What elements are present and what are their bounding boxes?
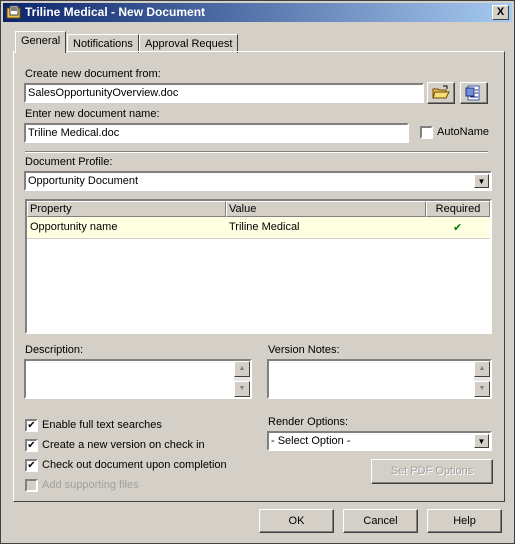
render-options-value: - Select Option - xyxy=(271,435,351,447)
column-header-property[interactable]: Property xyxy=(27,201,226,217)
profile-select-value: Opportunity Document xyxy=(28,175,139,187)
table-row[interactable]: Opportunity name Triline Medical ✔ xyxy=(27,217,490,239)
scroll-up-icon[interactable]: ▲ xyxy=(234,361,250,377)
template-button[interactable] xyxy=(460,82,488,104)
column-header-value[interactable]: Value xyxy=(226,201,426,217)
new-version-checkbox[interactable]: ✔ xyxy=(25,439,38,452)
tab-general[interactable]: General xyxy=(15,31,67,53)
properties-grid: Property Value Required Opportunity name… xyxy=(25,199,492,334)
profile-label: Document Profile: xyxy=(25,156,113,168)
cancel-button[interactable]: Cancel xyxy=(343,509,418,533)
required-check-icon: ✔ xyxy=(453,222,463,234)
window-title: Triline Medical - New Document xyxy=(25,5,206,19)
template-document-icon xyxy=(465,85,480,101)
autoname-label: AutoName xyxy=(437,126,489,138)
document-folder-icon xyxy=(6,5,21,19)
column-header-required[interactable]: Required xyxy=(426,201,490,217)
profile-select[interactable]: Opportunity Document ▼ xyxy=(24,171,492,191)
render-options-label: Render Options: xyxy=(268,416,349,428)
open-folder-icon xyxy=(432,85,450,99)
render-options-select[interactable]: - Select Option - ▼ xyxy=(267,431,492,451)
ok-button[interactable]: OK xyxy=(259,509,334,533)
full-text-search-label: Enable full text searches xyxy=(42,419,162,431)
property-cell: Opportunity name xyxy=(30,221,118,233)
version-notes-textarea[interactable]: ▲ ▼ xyxy=(267,359,492,399)
description-scrollbar[interactable]: ▲ ▼ xyxy=(234,361,250,397)
supporting-files-checkbox[interactable] xyxy=(25,479,38,492)
autoname-checkbox[interactable] xyxy=(420,126,433,139)
supporting-files-label: Add supporting files xyxy=(42,479,139,491)
doc-name-input[interactable]: Triline Medical.doc xyxy=(24,123,409,143)
check-out-checkbox[interactable]: ✔ xyxy=(25,459,38,472)
description-label: Description: xyxy=(25,344,84,356)
version-notes-scrollbar[interactable]: ▲ ▼ xyxy=(474,361,490,397)
scroll-up-icon[interactable]: ▲ xyxy=(474,361,490,377)
chevron-down-icon[interactable]: ▼ xyxy=(474,434,489,448)
scroll-down-icon[interactable]: ▼ xyxy=(474,381,490,397)
check-out-label: Check out document upon completion xyxy=(42,459,227,471)
chevron-down-icon[interactable]: ▼ xyxy=(474,174,489,188)
doc-name-label: Enter new document name: xyxy=(25,108,160,120)
close-button[interactable]: X xyxy=(492,5,509,20)
full-text-search-checkbox[interactable]: ✔ xyxy=(25,419,38,432)
create-from-input[interactable]: SalesOpportunityOverview.doc xyxy=(24,83,424,103)
title-bar: Triline Medical - New Document X xyxy=(3,3,512,22)
version-notes-label: Version Notes: xyxy=(268,344,340,356)
scroll-down-icon[interactable]: ▼ xyxy=(234,381,250,397)
description-textarea[interactable]: ▲ ▼ xyxy=(24,359,252,399)
create-from-label: Create new document from: xyxy=(25,68,161,80)
value-cell: Triline Medical xyxy=(229,221,300,233)
set-pdf-options-button[interactable]: Set PDF Options xyxy=(371,459,493,484)
browse-button[interactable] xyxy=(427,82,455,104)
help-button[interactable]: Help xyxy=(427,509,502,533)
new-version-label: Create a new version on check in xyxy=(42,439,205,451)
new-document-dialog: Triline Medical - New Document X General… xyxy=(0,0,515,544)
separator xyxy=(25,151,488,153)
